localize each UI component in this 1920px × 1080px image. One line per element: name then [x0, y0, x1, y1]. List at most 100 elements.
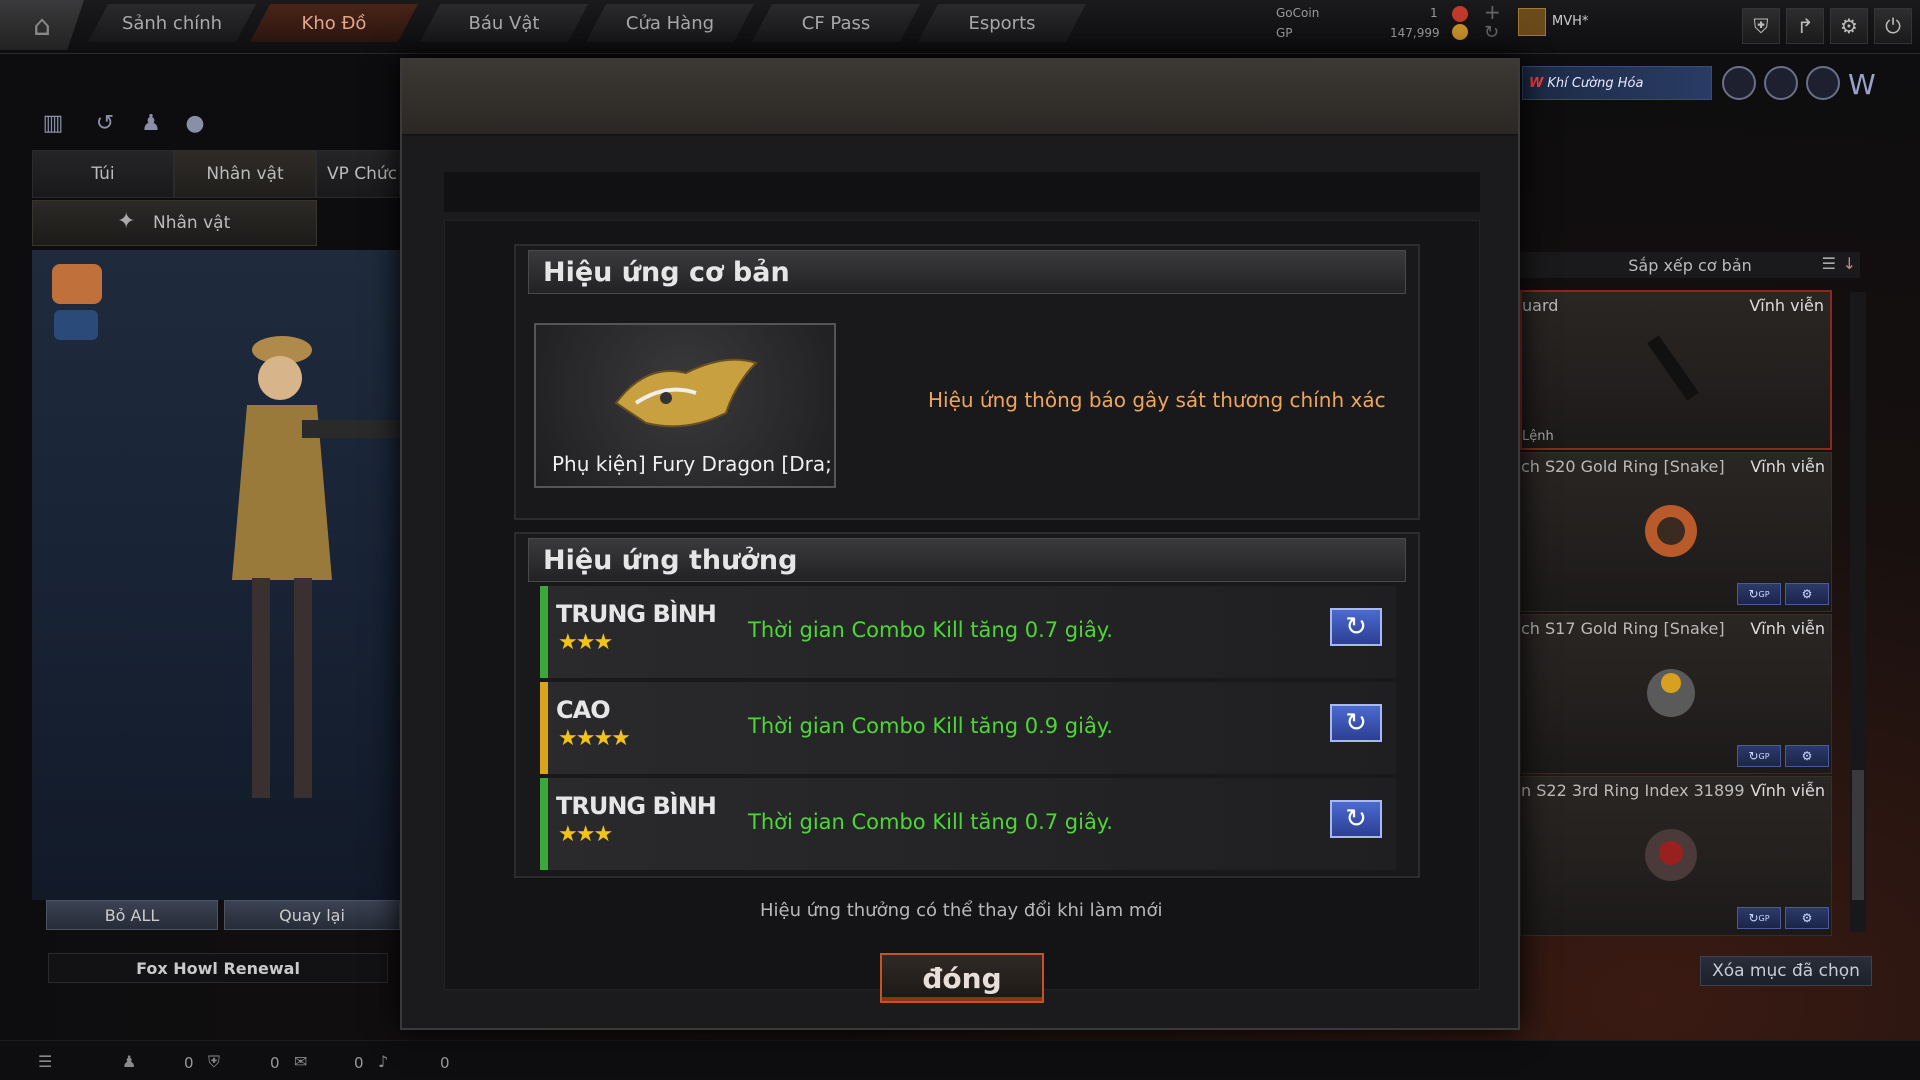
faction-badge-icon[interactable]: [52, 264, 102, 304]
nav-tab-shop[interactable]: Cửa Hàng: [586, 4, 754, 42]
nav-tab-cf-pass[interactable]: CF Pass: [752, 4, 920, 42]
w-badge-icon[interactable]: W: [1848, 68, 1876, 101]
gp-label: GP: [1276, 26, 1293, 40]
history-icon[interactable]: ↺: [90, 108, 120, 138]
nav-tab-treasure[interactable]: Báu Vật: [420, 4, 588, 42]
tab-character[interactable]: Nhân vật: [174, 150, 316, 198]
sort-label: Sắp xếp cơ bản: [1628, 255, 1752, 275]
tier-color-bar: [540, 586, 548, 678]
home-button[interactable]: ⌂: [0, 0, 84, 50]
friends-count: 0: [184, 1054, 194, 1072]
bonus-effect-text: Thời gian Combo Kill tăng 0.9 giây.: [748, 714, 1113, 738]
tier-stars: ★★★★: [558, 726, 631, 751]
top-navigation-bar: ⌂ Sảnh chính Kho Đồ Báu Vật Cửa Hàng CF …: [0, 0, 1920, 54]
tier-color-bar: [540, 778, 548, 870]
refresh-gp-button[interactable]: ↻ GP: [1737, 745, 1781, 767]
team-badge-icon[interactable]: [54, 310, 98, 340]
clear-selected-button[interactable]: Xóa mục đã chọn: [1700, 956, 1872, 986]
item-settings-button[interactable]: ⚙: [1785, 907, 1829, 929]
gp-coin-icon: [1452, 24, 1468, 40]
ring-image: [1645, 505, 1697, 557]
list-icon[interactable]: ☰: [1822, 254, 1836, 273]
sort-direction-icon[interactable]: ↓: [1843, 254, 1856, 273]
remove-all-button[interactable]: Bỏ ALL: [46, 900, 218, 930]
inventory-item[interactable]: ch S17 Gold Ring [Snake] Vĩnh viễn ↻ GP ⚙: [1520, 614, 1832, 774]
bonus-effect-text: Thời gian Combo Kill tăng 0.7 giây.: [748, 618, 1113, 642]
tab-bag[interactable]: Túi: [32, 150, 174, 198]
rank-badge-icon: [1518, 8, 1546, 36]
menu-icon[interactable]: ☰: [38, 1052, 52, 1071]
new-badge: W: [1529, 75, 1544, 91]
item-name: n S22 3rd Ring Index 31899: [1521, 781, 1745, 800]
character-filter-button[interactable]: ✦ Nhân vật: [32, 200, 317, 246]
speaker-count: 0: [440, 1054, 450, 1072]
refresh-effect-button[interactable]: ↻: [1330, 704, 1382, 742]
character-filter-label: Nhân vật: [153, 213, 231, 233]
refresh-icon: ↻: [1748, 749, 1759, 763]
bonus-footnote: Hiệu ứng thưởng có thể thay đổi khi làm …: [760, 900, 1163, 921]
basic-effect-title: Hiệu ứng cơ bản: [528, 250, 1406, 294]
nav-tab-lobby[interactable]: Sảnh chính: [88, 4, 256, 42]
clan-count: 0: [270, 1054, 280, 1072]
refresh-icon: ↻: [1345, 612, 1367, 642]
enhanced-weapon-banner[interactable]: W Khí Cường Hóa: [1522, 66, 1712, 100]
refresh-gp-button[interactable]: ↻ GP: [1737, 907, 1781, 929]
sort-dropdown[interactable]: Sắp xếp cơ bản ☰ ↓: [1520, 252, 1860, 278]
refresh-effect-button[interactable]: ↻: [1330, 608, 1382, 646]
item-preview-name: Phụ kiện] Fury Dragon [Dra;: [552, 452, 832, 476]
gp-tag: GP: [1758, 589, 1770, 599]
badge-icon-3[interactable]: [1806, 66, 1840, 100]
gear-icon: ⚙: [1801, 911, 1813, 925]
tier-color-bar: [540, 682, 548, 774]
bonus-effect-row: CAO ★★★★ Thời gian Combo Kill tăng 0.9 g…: [540, 682, 1396, 774]
item-settings-button[interactable]: ⚙: [1785, 745, 1829, 767]
refresh-currency-icon[interactable]: ↻: [1484, 22, 1499, 43]
status-bar: [0, 1040, 1920, 1080]
character-pose-icon[interactable]: ♟: [136, 108, 166, 138]
inventory-item[interactable]: ch S20 Gold Ring [Snake] Vĩnh viễn ↻ GP ⚙: [1520, 452, 1832, 612]
scrollbar-thumb[interactable]: [1852, 770, 1864, 900]
back-button[interactable]: Quay lại: [224, 900, 400, 930]
item-settings-button[interactable]: ⚙: [1785, 583, 1829, 605]
add-currency-icon[interactable]: +: [1484, 0, 1501, 24]
gp-value: 147,999: [1390, 26, 1440, 40]
item-name: uard: [1522, 296, 1559, 315]
refresh-icon: ↻: [1748, 911, 1759, 925]
power-icon[interactable]: ⏻: [1874, 8, 1912, 44]
friends-icon[interactable]: ♟: [122, 1052, 136, 1071]
inventory-item[interactable]: uard Vĩnh viễn Lệnh: [1520, 290, 1832, 450]
item-duration: Vĩnh viễn: [1750, 457, 1825, 476]
refresh-gp-button[interactable]: ↻ GP: [1737, 583, 1781, 605]
chat-icon[interactable]: ✉: [294, 1052, 307, 1071]
badge-icon-1[interactable]: [1722, 66, 1756, 100]
home-icon: ⌂: [33, 8, 51, 42]
close-button[interactable]: đóng: [880, 953, 1044, 1003]
tab-function-items[interactable]: VP Chức: [316, 150, 400, 198]
inventory-item[interactable]: n S22 3rd Ring Index 31899 Vĩnh viễn ↻ GP…: [1520, 776, 1832, 936]
refresh-icon: ↻: [1345, 804, 1367, 834]
basic-effect-description: Hiệu ứng thông báo gây sát thương chính …: [928, 388, 1386, 412]
item-duration: Vĩnh viễn: [1750, 619, 1825, 638]
shield-icon[interactable]: ⛨: [1742, 8, 1780, 44]
grenade-icon[interactable]: ●: [180, 108, 210, 138]
nav-tab-esports[interactable]: Esports: [918, 4, 1086, 42]
share-icon[interactable]: ↱: [1786, 8, 1824, 44]
speaker-icon[interactable]: ♪: [378, 1052, 388, 1071]
modal-top-strip: [444, 172, 1480, 212]
gp-tag: GP: [1758, 751, 1770, 761]
item-name: ch S17 Gold Ring [Snake]: [1521, 619, 1725, 638]
badge-icon-2[interactable]: [1764, 66, 1798, 100]
clan-shield-icon[interactable]: ⛨: [208, 1052, 220, 1072]
ring-image: [1645, 829, 1697, 881]
gear-icon[interactable]: ⚙: [1830, 8, 1868, 44]
gp-tag: GP: [1758, 913, 1770, 923]
refresh-effect-button[interactable]: ↻: [1330, 800, 1382, 838]
gear-icon: ⚙: [1801, 587, 1813, 601]
ranking-icon[interactable]: ▥: [38, 108, 68, 138]
gocoin-icon: [1452, 6, 1468, 22]
fury-dragon-image: [614, 358, 758, 428]
tier-stars: ★★★: [558, 630, 613, 655]
nav-tab-inventory[interactable]: Kho Đồ: [250, 4, 418, 42]
character-model: [232, 336, 412, 798]
bonus-effect-row: TRUNG BÌNH ★★★ Thời gian Combo Kill tăng…: [540, 586, 1396, 678]
